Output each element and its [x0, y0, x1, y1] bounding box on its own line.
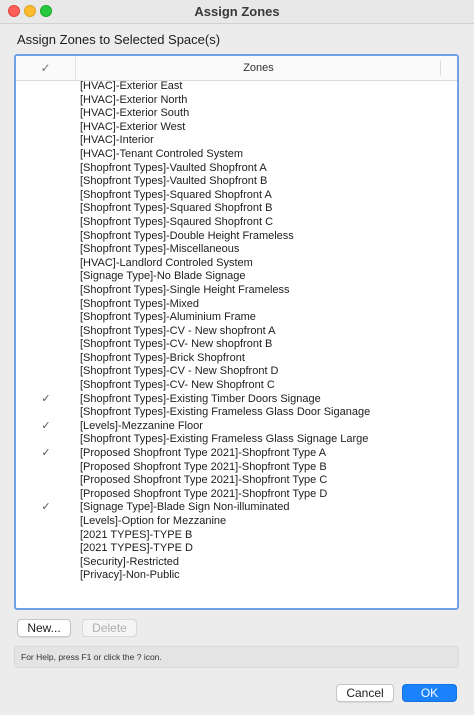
cancel-button[interactable]: Cancel	[336, 684, 394, 702]
table-row[interactable]: [Levels]-Option for Mezzanine	[16, 515, 457, 529]
zone-label: [Levels]-Mezzanine Floor	[80, 419, 203, 432]
zone-label: [Shopfront Types]-Existing Frameless Gla…	[80, 433, 369, 446]
zone-label: [Shopfront Types]-Aluminium Frame	[80, 311, 256, 324]
zone-label: [HVAC]-Landlord Controled System	[80, 256, 253, 269]
zone-label: [Security]-Restricted	[80, 555, 180, 568]
checkmark-icon[interactable]: ✓	[16, 447, 76, 461]
zone-label: [Levels]-Option for Mezzanine	[80, 515, 227, 527]
table-row[interactable]: [Shopfront Types]-CV - New Shopfront D	[16, 365, 457, 379]
table-row[interactable]: [Shopfront Types]-Squared Shopfront B	[16, 202, 457, 216]
zone-label: [Shopfront Types]-Vaulted Shopfront B	[80, 175, 268, 188]
zone-label: [Shopfront Types]-CV - New shopfront A	[80, 324, 276, 337]
zones-table[interactable]: ✓ Zones [HVAC]-Exterior East [HVAC]-Exter…	[14, 54, 459, 610]
table-row[interactable]: [Proposed Shopfront Type 2021]-Shopfront…	[16, 488, 457, 502]
zone-label: [Shopfront Types]-CV- New Shopfront C	[80, 379, 275, 392]
table-row[interactable]: [Proposed Shopfront Type 2021]-Shopfront…	[16, 474, 457, 488]
header-divider	[440, 60, 441, 76]
zone-label: [Proposed Shopfront Type 2021]-Shopfront…	[80, 460, 327, 473]
table-row[interactable]: ✓ [Shopfront Types]-Existing Timber Doors…	[16, 393, 457, 407]
zone-label: [Signage Type]-No Blade Signage	[80, 270, 246, 283]
zone-label: [Shopfront Types]-Single Height Frameles…	[80, 283, 290, 296]
zone-label: [HVAC]-Exterior East	[80, 80, 183, 92]
checkmark-icon[interactable]: ✓	[16, 393, 76, 407]
table-row[interactable]: [Shopfront Types]-Vaulted Shopfront B	[16, 175, 457, 189]
table-row[interactable]: [Shopfront Types]-Existing Frameless Gla…	[16, 433, 457, 447]
zone-label: [Proposed Shopfront Type 2021]-Shopfront…	[80, 474, 328, 487]
new-button[interactable]: New...	[17, 619, 71, 637]
table-row[interactable]: [Shopfront Types]-Aluminium Frame	[16, 311, 457, 325]
zone-label: [Shopfront Types]-Sqaured Shopfront C	[80, 215, 274, 228]
checkmark-icon[interactable]: ✓	[16, 420, 76, 434]
table-row[interactable]: [Signage Type]-No Blade Signage	[16, 270, 457, 284]
table-row[interactable]: [Shopfront Types]-CV- New Shopfront C	[16, 379, 457, 393]
table-row[interactable]: [HVAC]-Exterior West	[16, 121, 457, 135]
zone-label: [Shopfront Types]-Miscellaneous	[80, 243, 240, 256]
zone-label: [2021 TYPES]-TYPE D	[80, 542, 193, 555]
zone-label: [Shopfront Types]-Double Height Frameles…	[80, 229, 294, 242]
table-row[interactable]: [Security]-Restricted	[16, 556, 457, 570]
title-bar: Assign Zones	[0, 0, 474, 24]
table-header: ✓ Zones	[16, 56, 457, 81]
table-row[interactable]: [Shopfront Types]-Miscellaneous	[16, 243, 457, 257]
table-row[interactable]: [Shopfront Types]-Vaulted Shopfront A	[16, 162, 457, 176]
window-title: Assign Zones	[194, 4, 280, 19]
zone-label: [HVAC]-Exterior North	[80, 93, 188, 106]
table-row[interactable]: [HVAC]-Interior	[16, 134, 457, 148]
zone-label: [Shopfront Types]-CV - New Shopfront D	[80, 365, 279, 378]
zones-list: [HVAC]-Exterior East [HVAC]-Exterior Nort…	[16, 80, 457, 583]
table-row[interactable]: [HVAC]-Exterior East	[16, 80, 457, 94]
zone-label: [Proposed Shopfront Type 2021]-Shopfront…	[80, 447, 327, 460]
table-row[interactable]: [HVAC]-Exterior North	[16, 94, 457, 108]
table-row[interactable]: [HVAC]-Landlord Controled System	[16, 257, 457, 271]
table-row[interactable]: [HVAC]-Exterior South	[16, 107, 457, 121]
zone-label: [Shopfront Types]-Squared Shopfront B	[80, 202, 273, 215]
zone-label: [Privacy]-Non-Public	[80, 569, 180, 582]
zone-label: [Shopfront Types]-Vaulted Shopfront A	[80, 161, 267, 174]
zone-label: [HVAC]-Interior	[80, 134, 154, 147]
delete-button[interactable]: Delete	[82, 619, 137, 637]
table-row[interactable]: [2021 TYPES]-TYPE D	[16, 542, 457, 556]
dialog-heading: Assign Zones to Selected Space(s)	[17, 32, 221, 47]
table-row[interactable]: [HVAC]-Tenant Controled System	[16, 148, 457, 162]
table-row[interactable]: [Shopfront Types]-Brick Shopfront	[16, 352, 457, 366]
zone-label: [Shopfront Types]-Squared Shopfront A	[80, 188, 272, 201]
table-row[interactable]: [Shopfront Types]-Single Height Frameles…	[16, 284, 457, 298]
zone-label: [Proposed Shopfront Type 2021]-Shopfront…	[80, 487, 328, 500]
zone-label: [HVAC]-Exterior South	[80, 107, 190, 120]
zone-label: [Shopfront Types]-Existing Timber Doors …	[80, 392, 321, 405]
zone-label: [Shopfront Types]-CV- New shopfront B	[80, 338, 273, 351]
table-row[interactable]: [Shopfront Types]-Double Height Frameles…	[16, 230, 457, 244]
table-row[interactable]: [Privacy]-Non-Public	[16, 569, 457, 583]
zone-label: [Shopfront Types]-Mixed	[80, 297, 200, 310]
table-row[interactable]: ✓ [Levels]-Mezzanine Floor	[16, 420, 457, 434]
zone-label: [2021 TYPES]-TYPE B	[80, 528, 193, 541]
zones-column-header[interactable]: Zones	[76, 56, 441, 80]
table-row[interactable]: [Shopfront Types]-CV - New shopfront A	[16, 325, 457, 339]
ok-button[interactable]: OK	[402, 684, 457, 702]
checkmark-icon[interactable]: ✓	[16, 501, 76, 515]
help-text: For Help, press F1 or click the ? icon.	[14, 646, 459, 668]
zone-label: [Shopfront Types]-Existing Frameless Gla…	[80, 406, 371, 419]
zone-label: [Signage Type]-Blade Sign Non-illuminate…	[80, 501, 290, 514]
table-row[interactable]: [Shopfront Types]-Existing Frameless Gla…	[16, 406, 457, 420]
table-row[interactable]: [Shopfront Types]-CV- New shopfront B	[16, 338, 457, 352]
table-row[interactable]: [Shopfront Types]-Squared Shopfront A	[16, 189, 457, 203]
table-row[interactable]: [Shopfront Types]-Sqaured Shopfront C	[16, 216, 457, 230]
checkmark-icon[interactable]: ✓	[16, 56, 76, 80]
table-row[interactable]: [2021 TYPES]-TYPE B	[16, 529, 457, 543]
table-row[interactable]: [Proposed Shopfront Type 2021]-Shopfront…	[16, 461, 457, 475]
table-row[interactable]: ✓ [Signage Type]-Blade Sign Non-illuminat…	[16, 501, 457, 515]
zone-label: [Shopfront Types]-Brick Shopfront	[80, 351, 245, 364]
zone-label: [HVAC]-Tenant Controled System	[80, 147, 244, 160]
table-row[interactable]: ✓ [Proposed Shopfront Type 2021]-Shopfron…	[16, 447, 457, 461]
zone-label: [HVAC]-Exterior West	[80, 120, 186, 133]
table-row[interactable]: [Shopfront Types]-Mixed	[16, 298, 457, 312]
